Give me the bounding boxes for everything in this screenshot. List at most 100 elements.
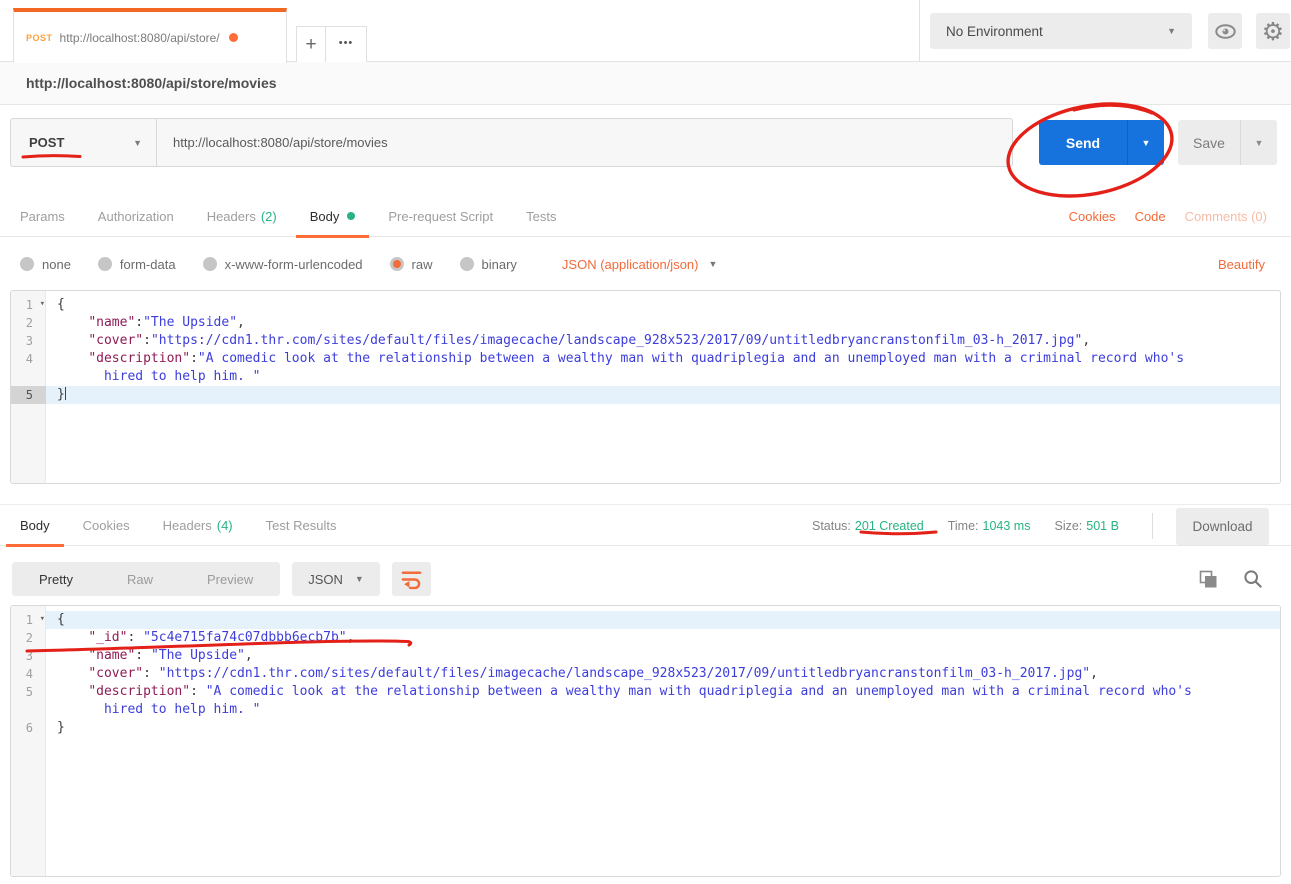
tab-body[interactable]: Body bbox=[296, 196, 370, 237]
eye-icon bbox=[1214, 23, 1237, 40]
code-line-wrap: hired to help him. " bbox=[11, 368, 1280, 386]
search-icon[interactable] bbox=[1243, 569, 1263, 589]
new-tab-button[interactable]: + bbox=[296, 26, 326, 63]
response-tab-cookies[interactable]: Cookies bbox=[69, 505, 144, 546]
gutter-cell: 2 bbox=[11, 629, 46, 647]
save-button[interactable]: Save bbox=[1178, 120, 1240, 165]
tab-url-label: http://localhost:8080/api/store/ bbox=[60, 31, 220, 45]
code-line-5: 5 "description": "A comedic look at the … bbox=[11, 683, 1280, 701]
code-line-3: 3 "cover":"https://cdn1.thr.com/sites/de… bbox=[11, 332, 1280, 350]
body-mode-none[interactable]: none bbox=[20, 257, 71, 272]
response-format-label: JSON bbox=[308, 572, 343, 587]
copy-icon[interactable] bbox=[1198, 569, 1219, 590]
link-comments-0[interactable]: Comments (0) bbox=[1185, 209, 1267, 224]
code-text: "description":"A comedic look at the rel… bbox=[46, 350, 1280, 368]
tab-options-button[interactable]: ••• bbox=[325, 26, 367, 63]
response-tab-test-results[interactable]: Test Results bbox=[252, 505, 351, 546]
gutter-cell: 4 bbox=[11, 665, 46, 683]
response-toolbar: PrettyRawPreview JSON ▼ bbox=[0, 557, 1291, 601]
body-mode-raw[interactable]: raw bbox=[390, 257, 433, 272]
code-line-wrap: hired to help him. " bbox=[11, 701, 1280, 719]
line-number: 4 bbox=[26, 665, 33, 683]
environment-selector[interactable]: No Environment ▼ bbox=[930, 13, 1192, 49]
code-line-1: 1▾{ bbox=[11, 296, 1280, 314]
body-mode-form-data[interactable]: form-data bbox=[98, 257, 176, 272]
response-toolbar-icons bbox=[1198, 569, 1263, 590]
line-number: 2 bbox=[26, 314, 33, 332]
request-title-bar: http://localhost:8080/api/store/movies bbox=[0, 62, 1291, 105]
code-text: hired to help him. " bbox=[46, 701, 1280, 719]
code-line-6: 6} bbox=[11, 719, 1280, 737]
view-raw[interactable]: Raw bbox=[100, 572, 180, 587]
response-tab-body[interactable]: Body bbox=[6, 505, 64, 546]
environment-label: No Environment bbox=[946, 24, 1043, 39]
response-meta-row: BodyCookiesHeaders(4)Test Results Status… bbox=[0, 504, 1291, 546]
fold-arrow-icon[interactable]: ▾ bbox=[40, 295, 45, 313]
code-text: } bbox=[46, 719, 1280, 737]
request-tab-post-store[interactable]: POST http://localhost:8080/api/store/ bbox=[13, 8, 287, 63]
link-cookies[interactable]: Cookies bbox=[1069, 209, 1116, 224]
body-mode-binary[interactable]: binary bbox=[460, 257, 517, 272]
gutter-cell bbox=[11, 701, 46, 719]
line-number: 1 bbox=[26, 296, 33, 314]
view-preview[interactable]: Preview bbox=[180, 572, 280, 587]
response-format-selector[interactable]: JSON ▼ bbox=[292, 562, 380, 596]
response-tab-headers[interactable]: Headers(4) bbox=[149, 505, 247, 546]
url-input[interactable]: http://localhost:8080/api/store/movies bbox=[157, 119, 1012, 166]
tab-label: Body bbox=[310, 209, 340, 224]
chevron-down-icon: ▼ bbox=[1255, 138, 1264, 148]
content-type-selector[interactable]: JSON (application/json) ▼ bbox=[562, 257, 717, 272]
tab-pre-request-script[interactable]: Pre-request Script bbox=[374, 196, 507, 237]
response-view-switch: PrettyRawPreview bbox=[12, 562, 280, 596]
meta-status: Status:201 Created bbox=[812, 519, 924, 533]
annotation-circle-send-overlap bbox=[1074, 105, 1152, 113]
body-mode-x-www-form-urlencoded[interactable]: x-www-form-urlencoded bbox=[203, 257, 363, 272]
code-line-1: 1▾{ bbox=[11, 611, 1280, 629]
tab-label: Headers bbox=[163, 518, 212, 533]
code-text: "cover": "https://cdn1.thr.com/sites/def… bbox=[46, 665, 1280, 683]
view-pretty[interactable]: Pretty bbox=[12, 572, 100, 587]
code-text: "name": "The Upside", bbox=[46, 647, 1280, 665]
tab-headers[interactable]: Headers(2) bbox=[193, 196, 291, 237]
chevron-down-icon: ▼ bbox=[1142, 138, 1151, 148]
gutter-cell: 3 bbox=[11, 332, 46, 350]
tab-authorization[interactable]: Authorization bbox=[84, 196, 188, 237]
request-body-editor[interactable]: 1▾{2 "name":"The Upside",3 "cover":"http… bbox=[10, 290, 1281, 484]
text-cursor bbox=[65, 387, 66, 400]
line-number: 4 bbox=[26, 350, 33, 368]
link-code[interactable]: Code bbox=[1135, 209, 1166, 224]
environment-quick-look-button[interactable] bbox=[1208, 13, 1242, 49]
request-builder-bar: POST ▼ http://localhost:8080/api/store/m… bbox=[10, 118, 1281, 167]
beautify-link[interactable]: Beautify bbox=[1218, 257, 1265, 272]
code-line-2: 2 "name":"The Upside", bbox=[11, 314, 1280, 332]
code-text: "name":"The Upside", bbox=[46, 314, 1280, 332]
fold-arrow-icon[interactable]: ▾ bbox=[40, 610, 45, 628]
send-options-button[interactable]: ▼ bbox=[1127, 120, 1164, 165]
meta-value: 501 B bbox=[1086, 519, 1119, 533]
line-number: 1 bbox=[26, 611, 33, 629]
url-value: http://localhost:8080/api/store/movies bbox=[173, 135, 388, 150]
tab-label: Tests bbox=[526, 209, 556, 224]
chevron-down-icon: ▼ bbox=[1167, 26, 1176, 36]
wrap-lines-button[interactable] bbox=[392, 562, 431, 596]
send-button[interactable]: Send bbox=[1039, 120, 1127, 165]
line-number: 2 bbox=[26, 629, 33, 647]
gear-icon: ⚙ bbox=[1262, 17, 1284, 46]
save-options-button[interactable]: ▼ bbox=[1240, 120, 1277, 165]
response-tabs: BodyCookiesHeaders(4)Test Results bbox=[6, 505, 355, 546]
tab-label: Pre-request Script bbox=[388, 209, 493, 224]
tab-label: Params bbox=[20, 209, 65, 224]
method-selector[interactable]: POST ▼ bbox=[11, 119, 157, 166]
download-button[interactable]: Download bbox=[1176, 508, 1269, 545]
code-line-3: 3 "name": "The Upside", bbox=[11, 647, 1280, 665]
mode-label: raw bbox=[412, 257, 433, 272]
method-label: POST bbox=[29, 135, 64, 150]
tab-tests[interactable]: Tests bbox=[512, 196, 570, 237]
gutter-cell: 5 bbox=[11, 386, 46, 404]
app-header: POST http://localhost:8080/api/store/ + … bbox=[0, 0, 1291, 62]
settings-button[interactable]: ⚙ bbox=[1256, 13, 1290, 49]
tab-params[interactable]: Params bbox=[6, 196, 79, 237]
response-body-editor[interactable]: 1▾{2 "_id": "5c4e715fa74c07dbbb6ecb7b",3… bbox=[10, 605, 1281, 877]
code-text: hired to help him. " bbox=[46, 368, 1280, 386]
request-tabs: Params AuthorizationHeaders(2) Body Pre-req… bbox=[6, 196, 575, 237]
